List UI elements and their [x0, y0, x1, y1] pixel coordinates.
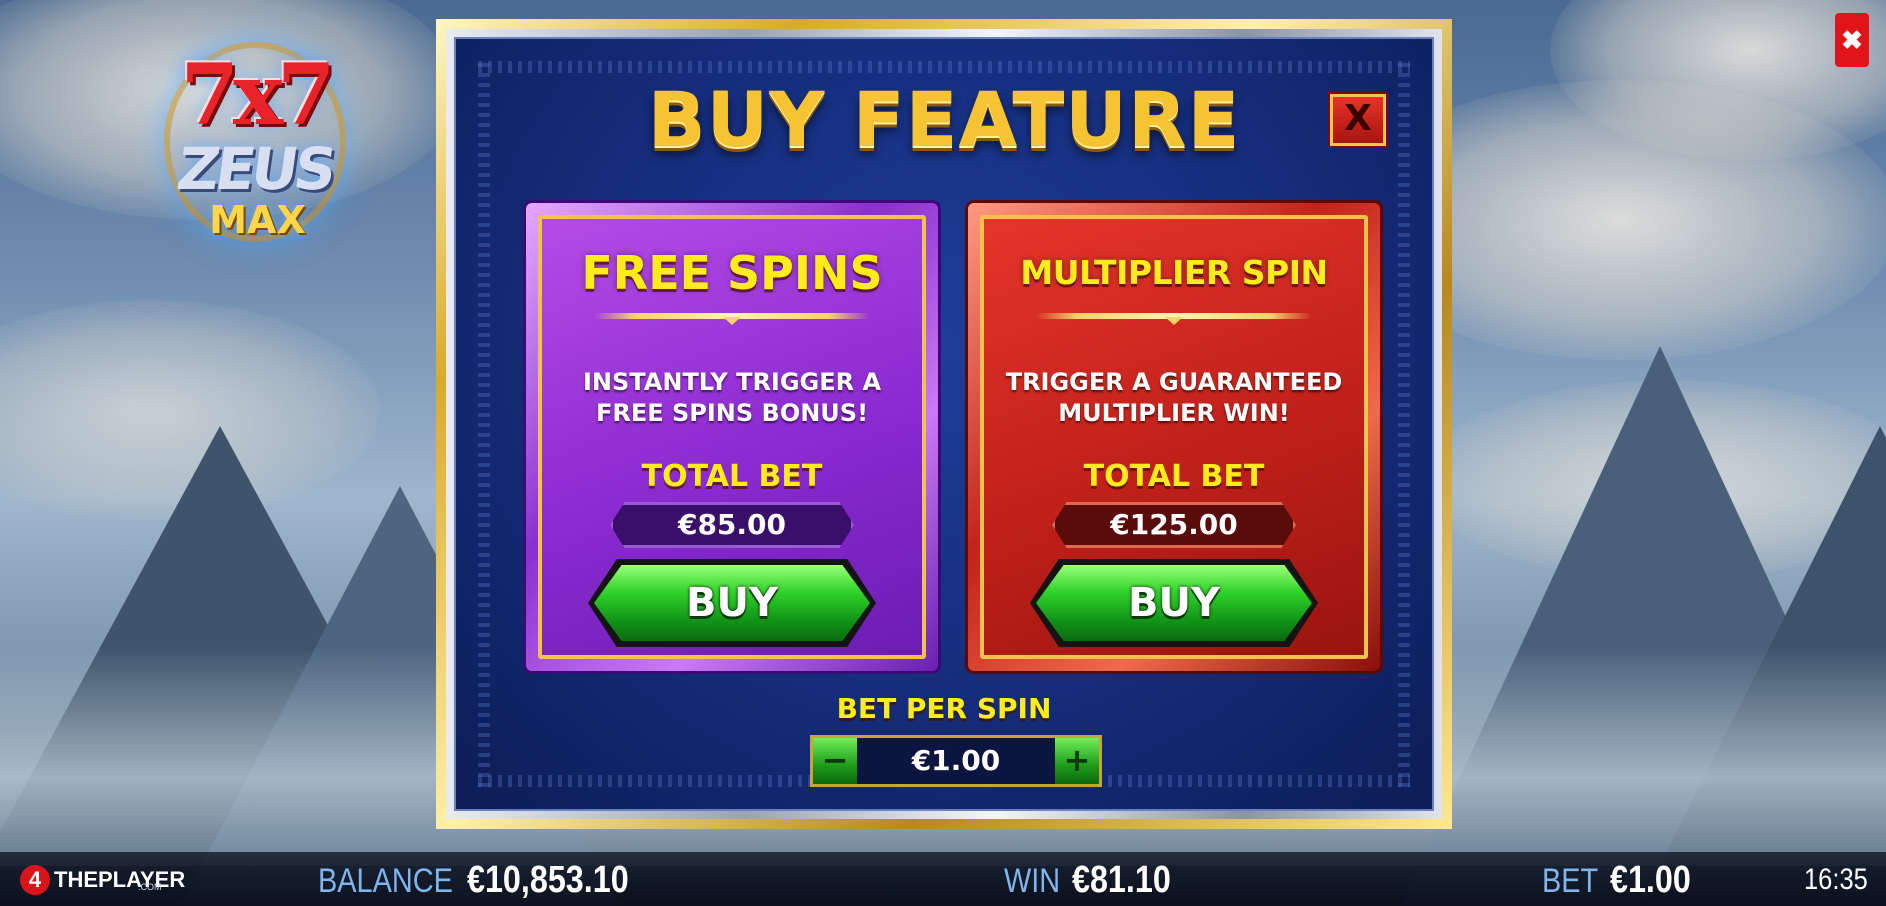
buy-free-spins-button[interactable]: BUY: [594, 565, 870, 641]
divider: [594, 313, 870, 325]
brand-badge: 4: [20, 865, 50, 895]
balance-display: BALANCE €10,853.10: [318, 858, 657, 902]
game-logo: 7x7 ZEUS MAX: [150, 20, 360, 270]
multiplier-spin-card: MULTIPLIER SPIN TRIGGER A GUARANTEED MUL…: [968, 203, 1380, 671]
decrease-bet-button[interactable]: −: [813, 738, 857, 784]
close-icon: X: [1344, 98, 1372, 139]
close-icon: ✖: [1841, 24, 1863, 55]
brand-name: THEPLAYER: [54, 867, 186, 892]
card-description: TRIGGER A GUARANTEED MULTIPLIER WIN!: [1005, 368, 1343, 427]
buy-feature-modal: BUY FEATURE X FREE SPINS INSTANTLY TRIGG…: [436, 19, 1452, 829]
bet-per-spin-stepper: − €1.00 +: [810, 735, 1102, 787]
bottom-status-bar: 4 THEPLAYER .COM BALANCE €10,853.10 WIN …: [0, 852, 1886, 906]
modal-close-button[interactable]: X: [1328, 92, 1388, 148]
modal-title: BUY FEATURE: [647, 75, 1241, 164]
total-bet-label: TOTAL BET: [641, 459, 823, 494]
total-bet-value: €125.00: [1052, 502, 1296, 548]
plus-icon: +: [1063, 741, 1091, 779]
free-spins-card: FREE SPINS INSTANTLY TRIGGER A FREE SPIN…: [526, 203, 938, 671]
balance-label: BALANCE: [318, 862, 453, 900]
card-description: INSTANTLY TRIGGER A FREE SPINS BONUS!: [582, 368, 882, 427]
total-bet-label: TOTAL BET: [1083, 459, 1265, 494]
win-label: WIN: [1004, 862, 1061, 900]
increase-bet-button[interactable]: +: [1055, 738, 1099, 784]
clock: 16:35: [1804, 863, 1868, 896]
win-display: WIN €81.10: [1004, 858, 1188, 902]
bet-per-spin-value: €1.00: [911, 744, 1001, 777]
balance-value: €10,853.10: [466, 859, 629, 901]
total-bet-value: €85.00: [610, 502, 854, 548]
buy-multiplier-spin-button[interactable]: BUY: [1036, 565, 1312, 641]
card-title: MULTIPLIER SPIN: [1020, 253, 1328, 292]
logo-line-1: 7x7: [180, 45, 336, 144]
logo-line-3: MAX: [209, 198, 306, 242]
bet-per-spin-label: BET PER SPIN: [836, 692, 1052, 725]
logo-line-2: ZEUS: [172, 135, 338, 203]
win-value: €81.10: [1072, 859, 1171, 901]
bet-value: €1.00: [1610, 859, 1691, 901]
bet-display: BET €1.00: [1542, 858, 1705, 902]
minus-icon: −: [821, 741, 849, 779]
divider: [1036, 313, 1312, 325]
bet-label: BET: [1542, 862, 1599, 900]
brand-suffix: .COM: [138, 882, 162, 892]
card-title: FREE SPINS: [581, 246, 883, 300]
app-close-button[interactable]: ✖: [1835, 13, 1869, 67]
